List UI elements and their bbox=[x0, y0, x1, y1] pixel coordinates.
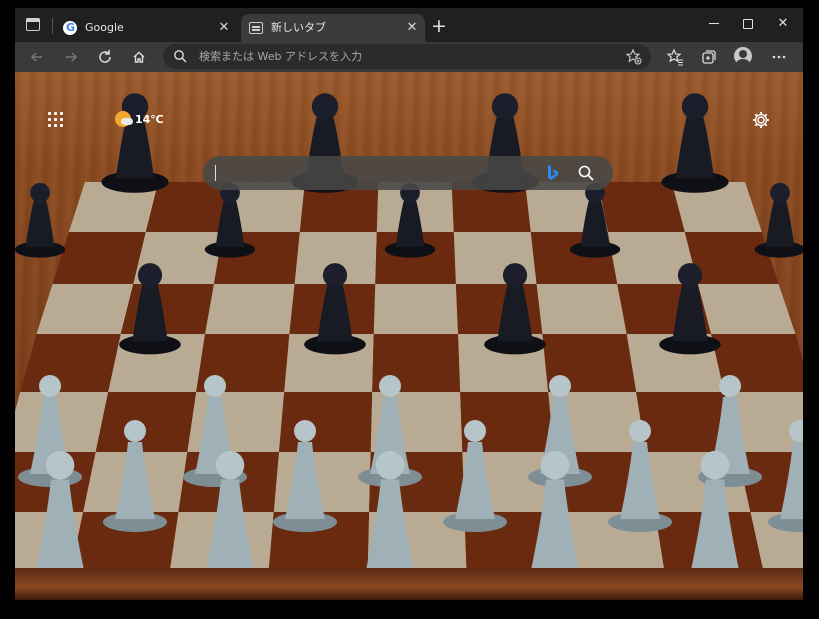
tab-separator bbox=[52, 18, 53, 34]
board-edge bbox=[15, 568, 803, 600]
board-square bbox=[697, 284, 796, 334]
board-square bbox=[36, 284, 134, 334]
new-tab-button[interactable]: + bbox=[429, 16, 449, 36]
chess-piece-head bbox=[700, 450, 730, 480]
search-icon bbox=[174, 50, 187, 63]
weather-temperature: 14℃ bbox=[135, 113, 164, 126]
close-window-button[interactable]: ✕ bbox=[766, 12, 800, 36]
address-bar[interactable]: 検索または Web アドレスを入力 bbox=[163, 44, 651, 69]
chess-piece-head bbox=[719, 375, 741, 397]
board-square bbox=[95, 392, 197, 452]
new-tab-page-icon bbox=[249, 21, 263, 35]
chess-piece-head bbox=[45, 450, 75, 480]
gear-icon bbox=[753, 112, 769, 128]
text-cursor bbox=[215, 165, 216, 181]
bing-logo-icon[interactable] bbox=[545, 164, 561, 182]
browser-window: G Google ✕ 新しいタブ ✕ + ✕ 検索または Web アドレスを入力… bbox=[15, 8, 803, 600]
address-input-placeholder[interactable]: 検索または Web アドレスを入力 bbox=[199, 44, 362, 69]
profile-avatar-icon[interactable] bbox=[734, 47, 752, 65]
chess-piece-head bbox=[137, 263, 163, 288]
navigation-toolbar: 検索または Web アドレスを入力 bbox=[15, 42, 803, 72]
board-square bbox=[20, 334, 121, 392]
chess-piece-head bbox=[549, 375, 571, 397]
chess-piece-body bbox=[675, 113, 715, 179]
app-launcher-button[interactable] bbox=[48, 112, 64, 128]
new-tab-page: 14℃ bbox=[15, 72, 803, 600]
tab-new-tab[interactable]: 新しいタブ ✕ bbox=[241, 14, 425, 42]
favorites-icon bbox=[666, 48, 683, 66]
chess-piece-head bbox=[311, 93, 339, 120]
tab-strip: G Google ✕ 新しいタブ ✕ + ✕ bbox=[15, 8, 803, 42]
chess-piece-head bbox=[464, 420, 486, 442]
chess-piece-head bbox=[124, 420, 146, 442]
maximize-icon bbox=[743, 19, 753, 29]
refresh-button[interactable] bbox=[93, 45, 117, 69]
chess-piece-head bbox=[681, 93, 709, 120]
favorites-button[interactable] bbox=[663, 45, 687, 69]
chess-piece-head bbox=[540, 450, 570, 480]
tab-title: Google bbox=[85, 21, 124, 34]
back-arrow-icon bbox=[30, 52, 42, 62]
tab-google[interactable]: G Google ✕ bbox=[55, 14, 237, 42]
maximize-button[interactable] bbox=[731, 12, 765, 36]
more-icon bbox=[772, 55, 786, 59]
chess-piece-head bbox=[379, 375, 401, 397]
minimize-icon bbox=[709, 23, 719, 24]
chess-piece-head bbox=[39, 375, 61, 397]
forward-button[interactable] bbox=[59, 45, 83, 69]
chess-piece-head bbox=[629, 420, 651, 442]
add-favorite-icon[interactable] bbox=[625, 48, 643, 66]
chess-piece-head bbox=[491, 93, 519, 120]
google-g-icon: G bbox=[63, 21, 77, 35]
tab-actions-menu-button[interactable] bbox=[23, 15, 43, 35]
chess-piece-head bbox=[322, 263, 348, 288]
chess-board-image bbox=[15, 93, 803, 597]
home-icon bbox=[133, 51, 145, 63]
close-tab-icon[interactable]: ✕ bbox=[217, 21, 231, 35]
board-square bbox=[279, 392, 373, 452]
chess-piece-head bbox=[294, 420, 316, 442]
page-settings-button[interactable] bbox=[751, 110, 771, 130]
search-icon[interactable] bbox=[577, 164, 595, 182]
minimize-button[interactable] bbox=[697, 12, 731, 36]
board-square bbox=[205, 284, 295, 334]
chess-piece-body bbox=[25, 198, 55, 247]
chess-piece-head bbox=[770, 182, 790, 203]
back-button[interactable] bbox=[25, 45, 49, 69]
chess-piece-head bbox=[30, 182, 50, 203]
chess-piece-head bbox=[502, 263, 528, 288]
chess-piece-head bbox=[375, 450, 405, 480]
collections-icon bbox=[702, 50, 716, 64]
board-square bbox=[536, 284, 627, 334]
chess-piece-head bbox=[677, 263, 703, 288]
home-button[interactable] bbox=[127, 45, 151, 69]
close-tab-icon[interactable]: ✕ bbox=[405, 21, 419, 35]
web-search-box[interactable] bbox=[203, 156, 613, 190]
forward-arrow-icon bbox=[66, 52, 78, 62]
collections-button[interactable] bbox=[697, 45, 721, 69]
board-square bbox=[373, 284, 459, 334]
board-square bbox=[52, 232, 146, 284]
tab-title: 新しいタブ bbox=[271, 21, 326, 34]
chess-piece-head bbox=[204, 375, 226, 397]
refresh-icon bbox=[99, 50, 111, 63]
settings-and-more-button[interactable] bbox=[767, 45, 791, 69]
chess-piece-body bbox=[765, 198, 795, 247]
chess-piece-head bbox=[215, 450, 245, 480]
